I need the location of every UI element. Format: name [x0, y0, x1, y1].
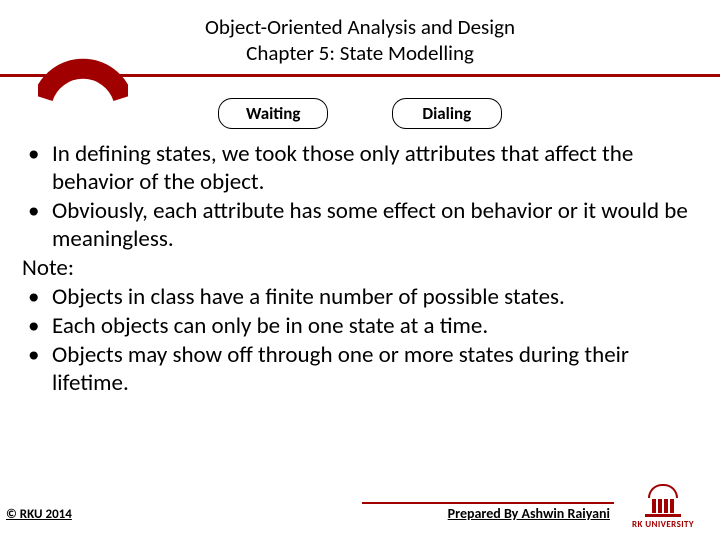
copyright-text: © RKU 2014	[6, 507, 72, 522]
bullet-dot-icon: •	[22, 140, 52, 196]
bullet-dot-icon: •	[22, 197, 52, 253]
body-content: • In defining states, we took those only…	[22, 140, 698, 398]
state-row: Waiting Dialing	[0, 98, 720, 129]
university-name: RK UNIVERSITY	[624, 519, 702, 530]
bullet-item: • In defining states, we took those only…	[22, 140, 698, 196]
bullet-text: In defining states, we took those only a…	[52, 140, 698, 196]
bullet-text: Objects in class have a finite number of…	[52, 283, 698, 311]
footer: © RKU 2014 Prepared By Ashwin Raiyani	[0, 494, 720, 522]
bullet-dot-icon: •	[22, 283, 52, 311]
slide: Object-Oriented Analysis and Design Chap…	[0, 0, 720, 540]
bullet-item: • Each objects can only be in one state …	[22, 312, 698, 340]
bullet-text: Objects may show off through one or more…	[52, 341, 698, 397]
bullet-item: • Obviously, each attribute has some eff…	[22, 197, 698, 253]
bullet-item: • Objects in class have a finite number …	[22, 283, 698, 311]
state-dialing: Dialing	[392, 98, 502, 129]
bullet-dot-icon: •	[22, 312, 52, 340]
bullet-text: Obviously, each attribute has some effec…	[52, 197, 698, 253]
university-logo-icon: RK UNIVERSITY	[624, 484, 702, 530]
note-label: Note:	[22, 254, 698, 282]
footer-divider	[362, 502, 614, 504]
bullet-item: • Objects may show off through one or mo…	[22, 341, 698, 397]
bullet-dot-icon: •	[22, 341, 52, 397]
prepared-by-text: Prepared By Ashwin Raiyani	[448, 505, 610, 522]
note-label-row: Note:	[22, 254, 698, 282]
state-waiting: Waiting	[218, 98, 328, 129]
bullet-text: Each objects can only be in one state at…	[52, 312, 698, 340]
title-line-1: Object-Oriented Analysis and Design	[0, 14, 720, 40]
